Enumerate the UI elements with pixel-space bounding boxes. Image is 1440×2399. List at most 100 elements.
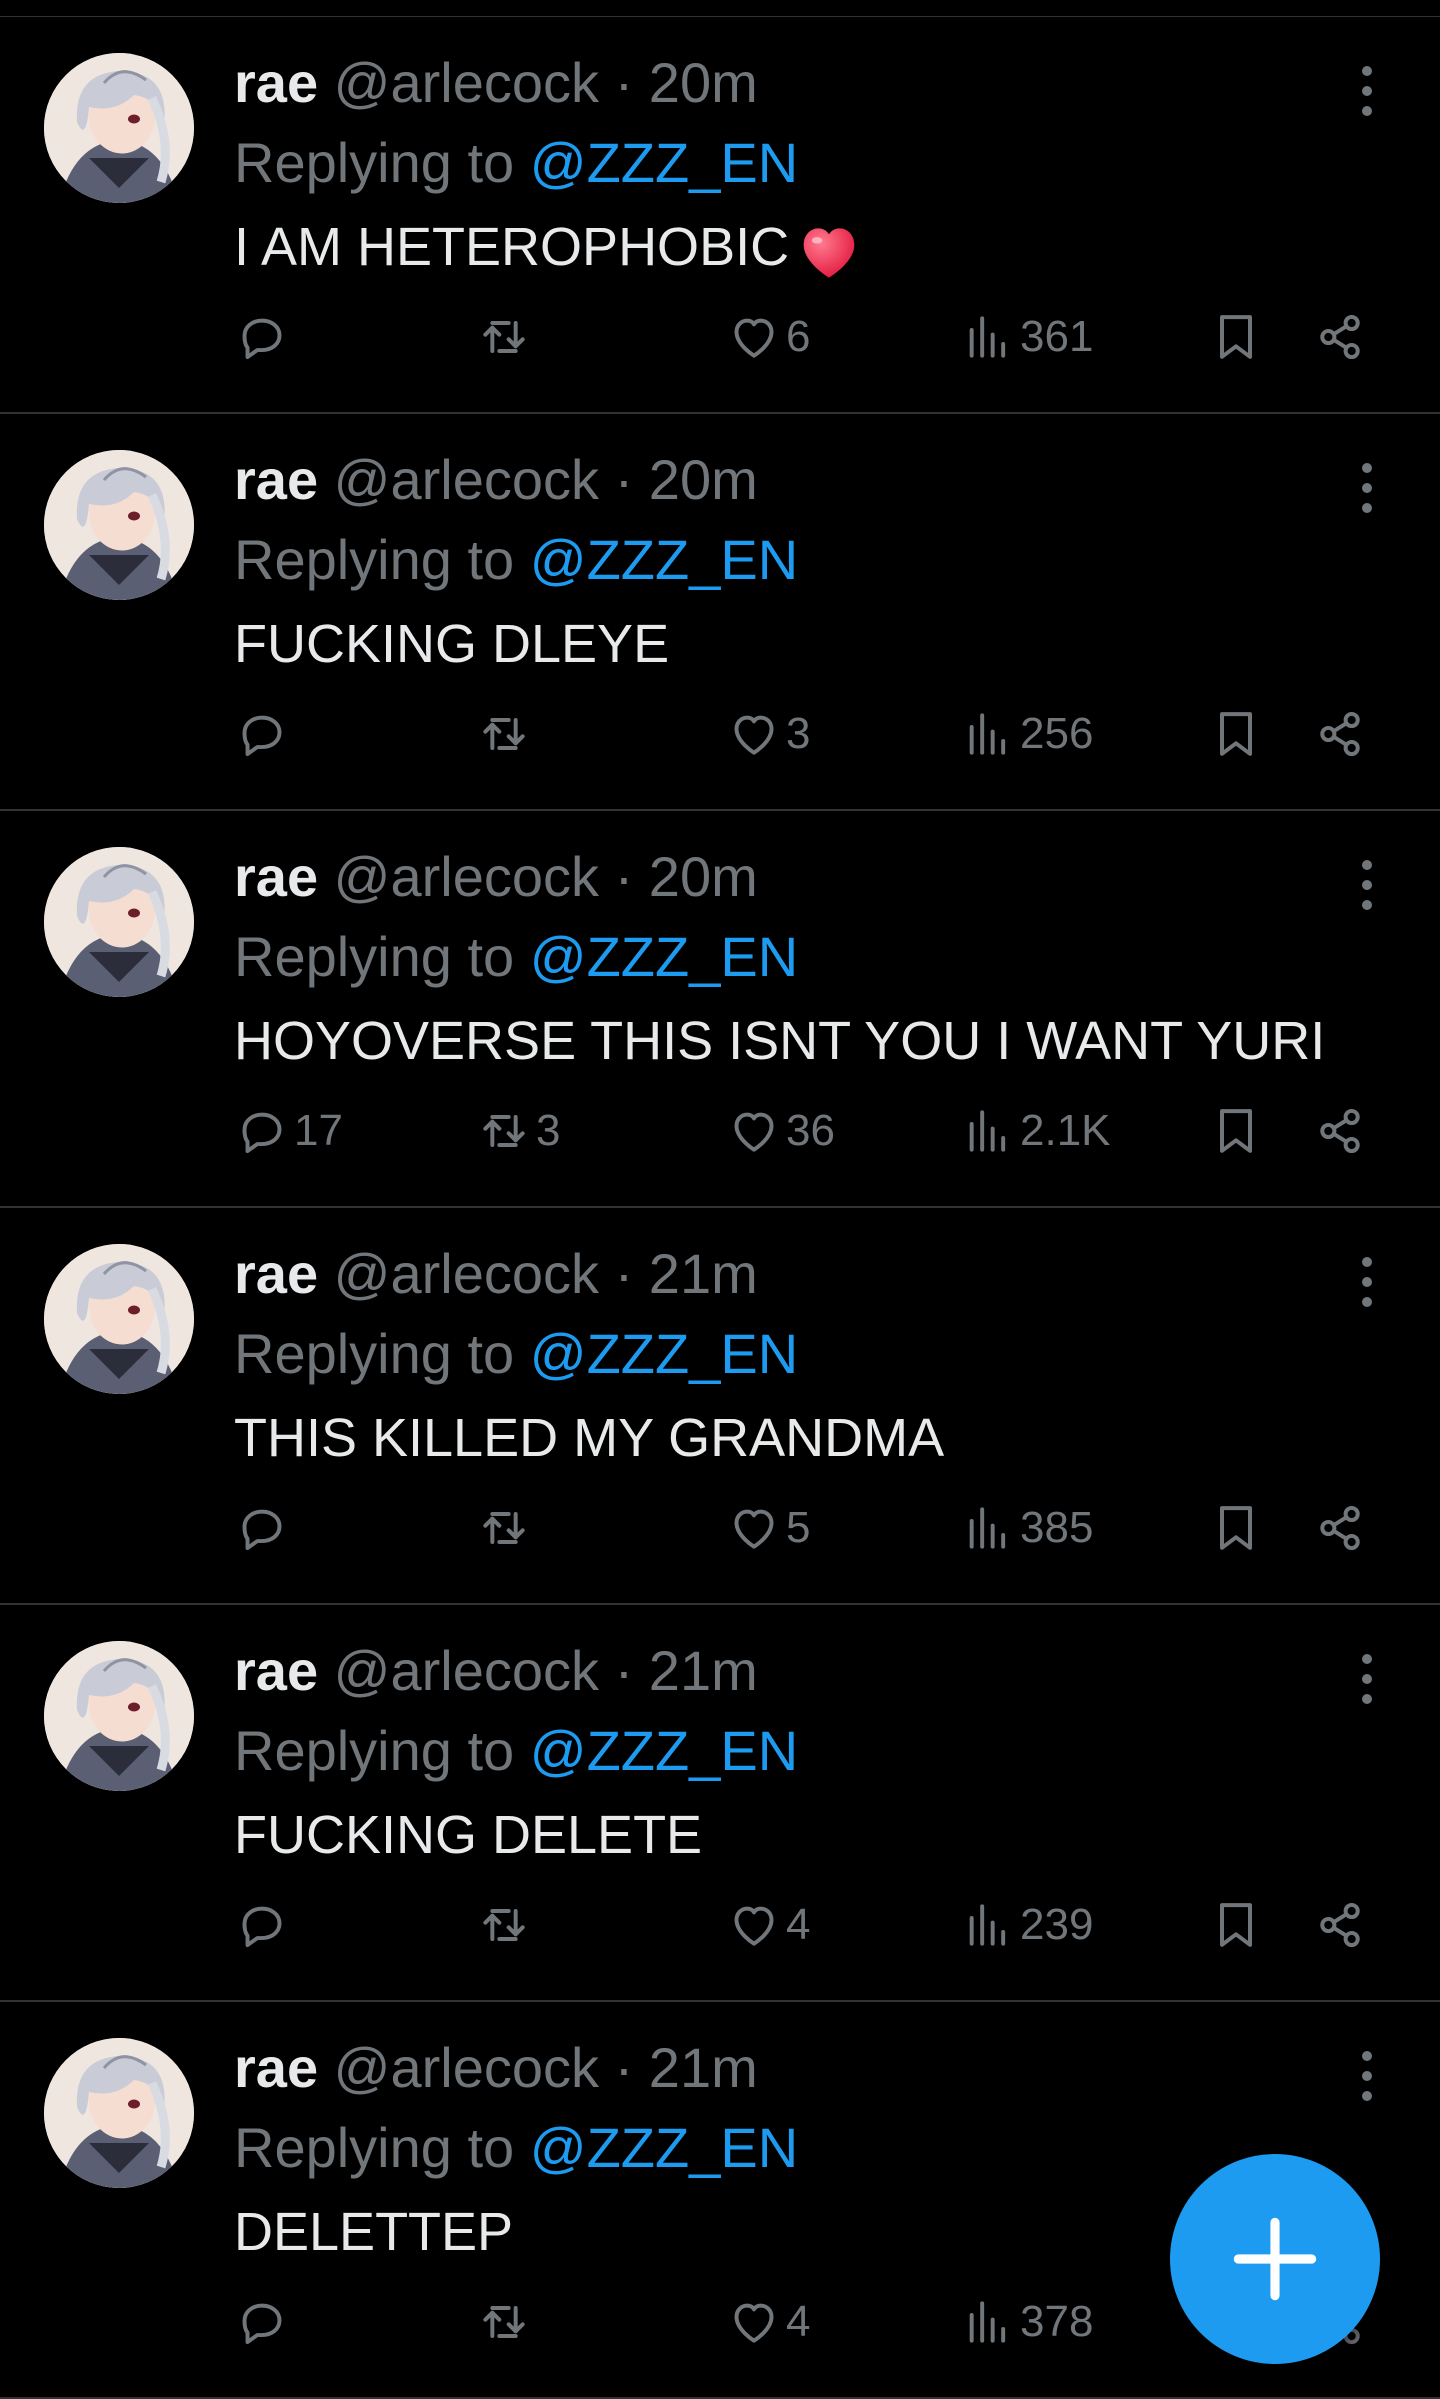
tweet[interactable]: rae @arlecock · 20m Replying to @ZZZ_EN … [0,811,1440,1208]
share-icon [1320,314,1360,360]
avatar[interactable] [44,2038,194,2188]
avatar[interactable] [44,450,194,600]
mention-link[interactable]: @ZZZ_EN [530,1322,798,1385]
bookmark-button[interactable] [1208,1498,1264,1558]
avatar[interactable] [44,847,194,997]
timestamp[interactable]: · 20m [615,51,758,114]
mention-link[interactable]: @ZZZ_EN [530,1719,798,1782]
replying-label: Replying to [234,925,515,988]
mention-link[interactable]: @ZZZ_EN [530,925,798,988]
plus-icon [1233,2217,1317,2301]
retweet-button[interactable] [476,1498,536,1558]
mention-link[interactable]: @ZZZ_EN [530,2116,798,2179]
tweet-text-content: THIS KILLED MY GRANDMA [234,1408,945,1468]
more-options-icon[interactable] [1352,1649,1382,1709]
reply-button[interactable]: 17 [234,1101,343,1161]
views-button[interactable]: 2.1K [960,1101,1111,1161]
tweet[interactable]: rae @arlecock · 20m Replying to @ZZZ_EN … [0,17,1440,414]
top-divider [0,0,1440,17]
like-button[interactable]: 5 [726,1498,810,1558]
avatar[interactable] [44,1244,194,1394]
share-button[interactable] [1312,1895,1368,1955]
avatar-image [44,1244,194,1394]
tweet[interactable]: rae @arlecock · 20m Replying to @ZZZ_EN … [0,414,1440,811]
heart-icon [734,1509,774,1549]
reply-button[interactable] [234,1498,294,1558]
views-button[interactable]: 385 [960,1498,1093,1558]
like-button[interactable]: 4 [726,2292,810,2352]
share-icon [1320,1902,1360,1948]
replying-to: Replying to @ZZZ_EN [234,925,798,989]
reply-button[interactable] [234,307,294,367]
like-button[interactable]: 3 [726,704,810,764]
user-handle[interactable]: @arlecock [334,1242,599,1305]
tweet[interactable]: rae @arlecock · 21m Replying to @ZZZ_EN … [0,1605,1440,2002]
user-handle[interactable]: @arlecock [334,1639,599,1702]
retweet-button[interactable] [476,2292,536,2352]
analytics-icon [969,1904,1006,1946]
timestamp[interactable]: · 21m [615,2036,758,2099]
more-options-icon[interactable] [1352,1252,1382,1312]
more-options-icon[interactable] [1352,855,1382,915]
avatar[interactable] [44,53,194,203]
bookmark-button[interactable] [1208,307,1264,367]
bookmark-button[interactable] [1208,1101,1264,1161]
bookmark-icon [1220,1109,1252,1153]
user-handle[interactable]: @arlecock [334,2036,599,2099]
display-name[interactable]: rae [234,2036,318,2099]
timestamp[interactable]: · 20m [615,448,758,511]
mention-link[interactable]: @ZZZ_EN [530,528,798,591]
views-button[interactable]: 378 [960,2292,1093,2352]
display-name[interactable]: rae [234,51,318,114]
analytics-icon [969,713,1006,755]
share-button[interactable] [1312,1498,1368,1558]
share-button[interactable] [1312,704,1368,764]
timestamp[interactable]: · 21m [615,1639,758,1702]
like-button[interactable]: 36 [726,1101,835,1161]
mention-link[interactable]: @ZZZ_EN [530,131,798,194]
reply-button[interactable] [234,704,294,764]
avatar-image [44,1641,194,1791]
avatar[interactable] [44,1641,194,1791]
views-button[interactable]: 361 [960,307,1093,367]
user-handle[interactable]: @arlecock [334,51,599,114]
bookmark-icon [1220,1506,1252,1550]
share-button[interactable] [1312,1101,1368,1161]
reply-button[interactable] [234,1895,294,1955]
like-button[interactable]: 4 [726,1895,810,1955]
more-options-icon[interactable] [1352,2046,1382,2106]
share-icon [1320,1108,1360,1154]
views-button[interactable]: 239 [960,1895,1093,1955]
reply-button[interactable] [234,2292,294,2352]
bookmark-button[interactable] [1208,704,1264,764]
more-options-icon[interactable] [1352,458,1382,518]
retweet-button[interactable] [476,307,536,367]
display-name[interactable]: rae [234,1242,318,1305]
reply-feed: rae @arlecock · 20m Replying to @ZZZ_EN … [0,17,1440,2399]
like-button[interactable]: 6 [726,307,810,367]
display-name[interactable]: rae [234,845,318,908]
tweet-header: rae @arlecock · 20m [234,448,758,512]
retweet-button[interactable] [476,1895,536,1955]
tweet-text-content: I AM HETEROPHOBIC [234,217,790,277]
bookmark-button[interactable] [1208,1895,1264,1955]
retweet-button[interactable]: 3 [476,1101,560,1161]
display-name[interactable]: rae [234,448,318,511]
more-options-icon[interactable] [1352,61,1382,121]
tweet[interactable]: rae @arlecock · 21m Replying to @ZZZ_EN … [0,1208,1440,1605]
user-handle[interactable]: @arlecock [334,845,599,908]
timestamp[interactable]: · 20m [615,845,758,908]
compose-button[interactable] [1170,2154,1380,2364]
analytics-icon [969,1507,1006,1549]
retweet-button[interactable] [476,704,536,764]
timestamp[interactable]: · 21m [615,1242,758,1305]
view-count: 256 [1020,709,1094,758]
replying-to: Replying to @ZZZ_EN [234,131,798,195]
retweet-icon [483,718,525,750]
like-count: 4 [786,1900,811,1949]
display-name[interactable]: rae [234,1639,318,1702]
view-count: 361 [1020,312,1094,361]
share-button[interactable] [1312,307,1368,367]
views-button[interactable]: 256 [960,704,1093,764]
user-handle[interactable]: @arlecock [334,448,599,511]
